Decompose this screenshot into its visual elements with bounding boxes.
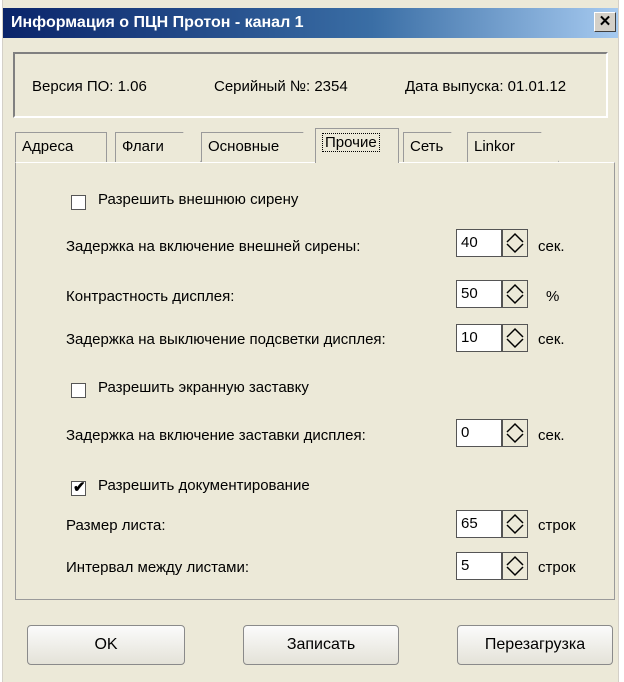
ext-siren-delay-label: Задержка на включение внешней сирены:	[66, 238, 361, 255]
tab-main[interactable]: Основные	[201, 132, 321, 162]
firmware-version: Версия ПО: 1.06	[32, 78, 147, 95]
sheet-interval-spinner[interactable]: 5	[456, 552, 528, 580]
backlight-delay-label: Задержка на выключение подсветки дисплея…	[66, 331, 386, 348]
screensaver-delay-label: Задержка на включение заставки дисплея:	[66, 427, 366, 444]
checkmark-icon: ✔	[73, 479, 86, 496]
ext-siren-label: Разрешить внешнюю сирену	[98, 191, 299, 208]
serial-number: Серийный №: 2354	[214, 78, 348, 95]
contrast-input[interactable]: 50	[456, 280, 502, 308]
dialog-window: Информация о ПЦН Протон - канал 1 ✕ Верс…	[2, 0, 619, 682]
spinner-arrows-icon[interactable]	[502, 552, 528, 580]
spinner-arrows-icon[interactable]	[502, 280, 528, 308]
tab-other[interactable]: Прочие	[315, 128, 399, 163]
contrast-unit: %	[546, 288, 560, 305]
screensaver-delay-input[interactable]: 0	[456, 419, 502, 447]
close-icon: ✕	[598, 13, 612, 30]
tab-strip: Адреса Флаги Основные Прочие Сеть Linkor	[15, 128, 615, 163]
tab-panel-other: Разрешить внешнюю сирену Задержка на вкл…	[15, 162, 615, 600]
screensaver-checkbox[interactable]	[71, 383, 86, 398]
spinner-arrows-icon[interactable]	[502, 324, 528, 352]
sheet-interval-label: Интервал между листами:	[66, 559, 249, 576]
ext-siren-delay-input[interactable]: 40	[456, 229, 502, 257]
spinner-arrows-icon[interactable]	[502, 419, 528, 447]
tab-flags[interactable]: Флаги	[115, 132, 201, 162]
documenting-checkbox[interactable]: ✔	[71, 479, 86, 496]
ext-siren-delay-unit: сек.	[538, 238, 565, 255]
screensaver-label: Разрешить экранную заставку	[98, 379, 309, 396]
contrast-label: Контрастность дисплея:	[66, 288, 235, 305]
tab-addresses[interactable]: Адреса	[15, 132, 107, 162]
backlight-delay-input[interactable]: 10	[456, 324, 502, 352]
tab-linkor[interactable]: Linkor	[467, 132, 559, 162]
ext-siren-checkbox[interactable]	[71, 195, 86, 210]
sheet-size-label: Размер листа:	[66, 517, 166, 534]
backlight-delay-unit: сек.	[538, 331, 565, 348]
contrast-spinner[interactable]: 50	[456, 280, 528, 308]
sheet-size-unit: строк	[538, 517, 576, 534]
sheet-interval-unit: строк	[538, 559, 576, 576]
ok-button[interactable]: OK	[27, 625, 185, 665]
documenting-label: Разрешить документирование	[98, 477, 310, 494]
device-info-box: Версия ПО: 1.06 Серийный №: 2354 Дата вы…	[13, 52, 608, 118]
backlight-delay-spinner[interactable]: 10	[456, 324, 528, 352]
release-date: Дата выпуска: 01.01.12	[405, 78, 567, 95]
screensaver-delay-spinner[interactable]: 0	[456, 419, 528, 447]
spinner-arrows-icon[interactable]	[502, 229, 528, 257]
sheet-interval-input[interactable]: 5	[456, 552, 502, 580]
sheet-size-spinner[interactable]: 65	[456, 510, 528, 538]
sheet-size-input[interactable]: 65	[456, 510, 502, 538]
ext-siren-delay-spinner[interactable]: 40	[456, 229, 528, 257]
close-button[interactable]: ✕	[594, 12, 616, 32]
tab-network[interactable]: Сеть	[403, 132, 469, 162]
write-button[interactable]: Записать	[243, 625, 399, 665]
title-bar: Информация о ПЦН Протон - канал 1 ✕	[3, 8, 618, 38]
screensaver-delay-unit: сек.	[538, 427, 565, 444]
reboot-button[interactable]: Перезагрузка	[457, 625, 613, 665]
spinner-arrows-icon[interactable]	[502, 510, 528, 538]
window-title: Информация о ПЦН Протон - канал 1	[11, 14, 304, 31]
